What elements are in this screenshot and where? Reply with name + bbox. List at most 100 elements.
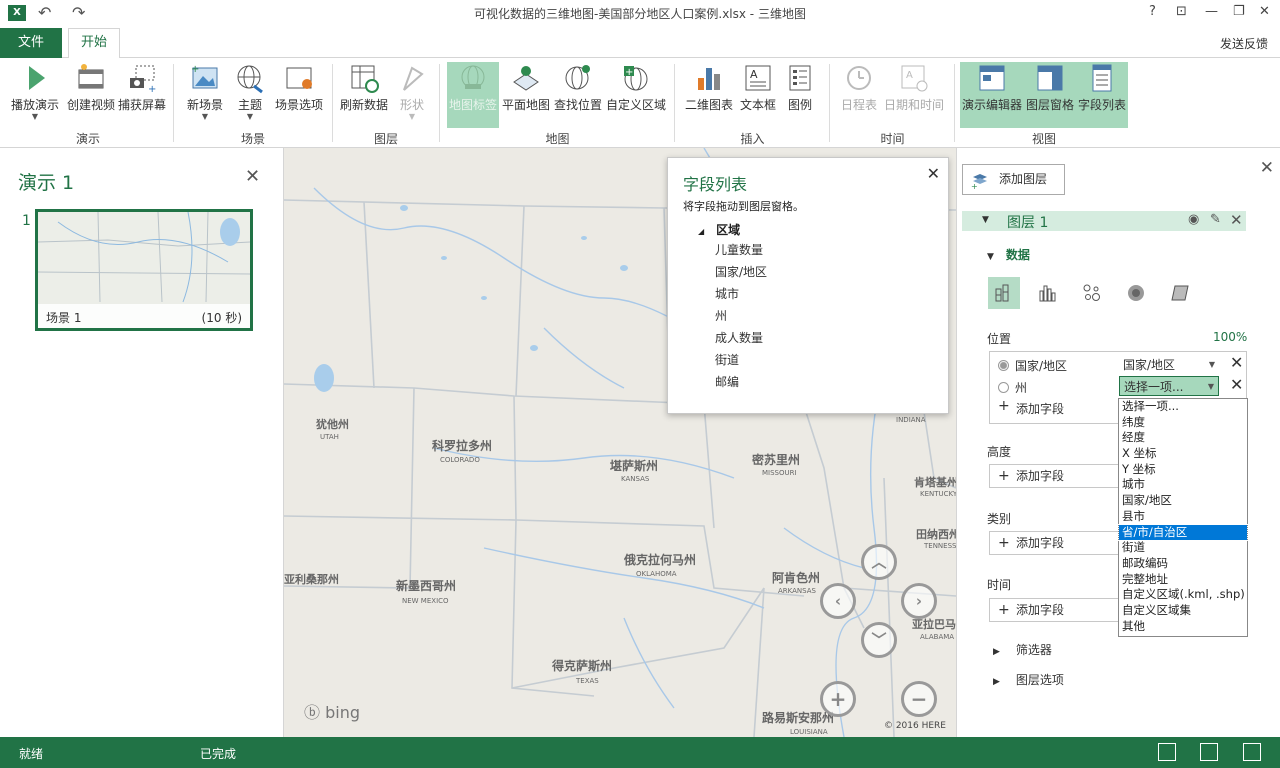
field-list-button[interactable]: 字段列表	[1076, 62, 1128, 128]
help-button[interactable]: ?	[1149, 4, 1156, 19]
location-type-dropdown-list: 选择一项... 纬度 经度 X 坐标 Y 坐标 城市 国家/地区 县市 省/市/…	[1118, 398, 1248, 637]
svg-text:OKLAHOMA: OKLAHOMA	[636, 570, 677, 578]
dropdown-option[interactable]: 县市	[1119, 509, 1247, 525]
maximize-button[interactable]: ❐	[1233, 4, 1245, 19]
pan-up-button[interactable]: ︿	[861, 544, 897, 580]
svg-text:MISSOURI: MISSOURI	[762, 469, 797, 477]
close-tour-panel-icon[interactable]: ✕	[245, 166, 260, 187]
filters-section[interactable]: ▶ 筛选器	[993, 641, 1052, 658]
eye-icon[interactable]: ◉	[1188, 212, 1199, 227]
location-row[interactable]: 州	[998, 379, 1027, 396]
dropdown-option[interactable]: 经度	[1119, 430, 1247, 446]
close-layer-pane-icon[interactable]: ✕	[1260, 158, 1274, 178]
close-field-list-icon[interactable]: ✕	[927, 164, 940, 183]
map-labels-icon	[461, 65, 485, 89]
zoom-in-button[interactable]: +	[820, 681, 856, 717]
region-viz-button[interactable]	[1164, 277, 1196, 309]
data-section-header[interactable]: ▼ 数据	[987, 246, 1030, 263]
remove-field-icon[interactable]: ✕	[1230, 353, 1243, 372]
fullscreen-icon[interactable]	[1243, 743, 1261, 761]
field-item[interactable]: 州	[715, 305, 767, 327]
field-item[interactable]: 成人数量	[715, 327, 767, 349]
scene-options-button[interactable]: 场景选项	[272, 62, 326, 128]
view-mode-icon[interactable]	[1158, 743, 1176, 761]
dropdown-option[interactable]: 自定义区域(.kml, .shp)	[1119, 587, 1247, 603]
map-labels-button[interactable]: 地图标签	[447, 62, 499, 128]
send-feedback-link[interactable]: 发送反馈	[1220, 35, 1268, 52]
bubble-viz-button[interactable]	[1076, 277, 1108, 309]
theme-button[interactable]: 主题 ▼	[232, 62, 268, 128]
text-box-button[interactable]: A 文本框	[738, 62, 778, 128]
2d-chart-button[interactable]: 二维图表	[683, 62, 735, 128]
location-match-percent[interactable]: 100%	[1213, 330, 1247, 344]
field-item[interactable]: 邮编	[715, 371, 767, 393]
collapse-triangle-icon[interactable]: ▼	[982, 215, 989, 225]
remove-field-icon[interactable]: ✕	[1230, 375, 1243, 394]
dropdown-option[interactable]: 邮政编码	[1119, 556, 1247, 572]
dropdown-option-highlighted[interactable]: 省/市/自治区	[1118, 523, 1248, 542]
location-row[interactable]: 国家/地区	[998, 357, 1067, 374]
pan-right-button[interactable]: ›	[901, 583, 937, 619]
dropdown-option[interactable]: 纬度	[1119, 415, 1247, 431]
layer-header[interactable]: ▼ 图层 1 ◉ ✎ ✕	[962, 211, 1246, 231]
flat-map-button[interactable]: 平面地图	[500, 62, 552, 128]
dropdown-option[interactable]: Y 坐标	[1119, 462, 1247, 478]
ribbon-display-icon[interactable]: ⊡	[1176, 4, 1187, 19]
new-scene-button[interactable]: + 新场景 ▼	[182, 62, 228, 128]
find-location-button[interactable]: 查找位置	[552, 62, 604, 128]
scene-thumbnail[interactable]: 场景 1 (10 秒)	[35, 209, 253, 331]
layer-pane-button[interactable]: 图层窗格	[1024, 62, 1076, 128]
dropdown-option[interactable]: 国家/地区	[1119, 493, 1247, 509]
shapes-button[interactable]: 形状 ▼	[394, 62, 430, 128]
pan-left-button[interactable]: ‹	[820, 583, 856, 619]
add-location-field-button[interactable]: + 添加字段	[998, 398, 1064, 417]
dropdown-option[interactable]: 选择一项...	[1119, 399, 1247, 415]
dropdown-option[interactable]: 自定义区域集	[1119, 603, 1247, 619]
tour-editor-icon	[979, 65, 1005, 91]
tab-file[interactable]: 文件	[0, 28, 62, 58]
field-list-popup: 字段列表 ✕ 将字段拖动到图层窗格。 ◢ 区域 儿童数量 国家/地区 城市 州 成…	[667, 157, 949, 414]
stacked-column-viz-button[interactable]	[988, 277, 1020, 309]
radio-button[interactable]	[998, 382, 1009, 393]
close-window-button[interactable]: ✕	[1259, 4, 1270, 19]
timeline-button[interactable]: 日程表	[838, 62, 880, 128]
dropdown-option[interactable]: 完整地址	[1119, 572, 1247, 588]
tab-home[interactable]: 开始	[68, 28, 120, 59]
add-layer-button[interactable]: + 添加图层	[962, 164, 1065, 195]
pan-down-button[interactable]: ﹀	[861, 622, 897, 658]
heatmap-viz-button[interactable]	[1120, 277, 1152, 309]
delete-layer-icon[interactable]: ✕	[1230, 211, 1243, 229]
location-type-select[interactable]: 选择一项... ▼	[1119, 376, 1219, 396]
zoom-out-button[interactable]: −	[901, 681, 937, 717]
minimize-button[interactable]: —	[1205, 4, 1218, 19]
capture-screen-button[interactable]: + 捕获屏幕	[117, 62, 167, 128]
dropdown-option[interactable]: 城市	[1119, 477, 1247, 493]
radio-button[interactable]	[998, 360, 1009, 371]
layer-options-section[interactable]: ▶ 图层选项	[993, 671, 1064, 688]
custom-regions-button[interactable]: + 自定义区域	[605, 62, 667, 128]
ribbon-separator	[332, 64, 333, 142]
field-group-region[interactable]: ◢ 区域	[698, 221, 740, 238]
clustered-column-viz-button[interactable]	[1032, 277, 1064, 309]
create-video-button[interactable]: 创建视频	[64, 62, 118, 128]
field-item[interactable]: 国家/地区	[715, 261, 767, 283]
map-label-new-mexico: 新墨西哥州	[396, 578, 456, 593]
dropdown-option[interactable]: 其他	[1119, 619, 1247, 635]
tour-editor-button[interactable]: 演示编辑器	[960, 62, 1024, 128]
field-item[interactable]: 街道	[715, 349, 767, 371]
refresh-data-button[interactable]: 刷新数据	[338, 62, 390, 128]
map-label-utah: 犹他州	[316, 417, 349, 431]
map-label-alabama: 亚拉巴马	[912, 617, 956, 631]
date-time-button[interactable]: A 日期和时间	[882, 62, 946, 128]
dropdown-option[interactable]: 街道	[1119, 540, 1247, 556]
status-completed: 已完成	[200, 747, 237, 761]
play-tour-button[interactable]: 播放演示 ▼	[8, 62, 62, 128]
zoom-fit-icon[interactable]	[1200, 743, 1218, 761]
field-item[interactable]: 城市	[715, 283, 767, 305]
location-type-select[interactable]: 国家/地区 ▼	[1119, 355, 1219, 375]
refresh-icon	[351, 65, 379, 93]
dropdown-option[interactable]: X 坐标	[1119, 446, 1247, 462]
legend-button[interactable]: 图例	[782, 62, 818, 128]
pencil-icon[interactable]: ✎	[1210, 212, 1221, 227]
field-item[interactable]: 儿童数量	[715, 239, 767, 261]
